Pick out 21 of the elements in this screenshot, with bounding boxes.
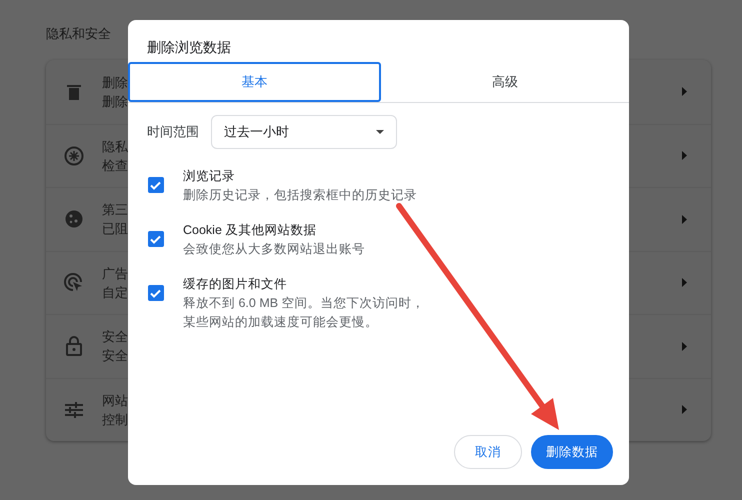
row-title: 删除 — [102, 74, 128, 92]
option-description: 会致使您从大多数网站退出账号 — [183, 241, 366, 258]
section-title: 隐私和安全 — [46, 25, 111, 43]
time-range-label: 时间范围 — [147, 123, 199, 142]
dialog-title: 删除浏览数据 — [147, 38, 231, 56]
row-title: 网站 — [102, 392, 128, 410]
row-subtitle: 自定 — [102, 284, 128, 302]
option-title: Cookie 及其他网站数据 — [183, 222, 316, 239]
row-subtitle: 控制 — [102, 410, 128, 429]
row-subtitle: 删除 — [102, 92, 128, 111]
row-title: 安全 — [102, 328, 128, 346]
option-description: 释放不到 6.0 MB 空间。当您下次访问时，某些网站的加载速度可能会更慢。 — [183, 295, 426, 331]
row-title: 第三 — [102, 201, 128, 220]
row-subtitle: 安全 — [102, 347, 128, 366]
option-title: 浏览记录 — [183, 168, 235, 185]
option-title: 缓存的图片和文件 — [183, 276, 287, 293]
row-subtitle: 检查 — [102, 156, 128, 175]
option-description: 删除历史记录，包括搜索框中的历史记录 — [183, 187, 418, 204]
row-subtitle: 已阻 — [102, 220, 128, 238]
row-title: 隐私 — [102, 138, 128, 156]
row-title: 广告 — [102, 264, 128, 283]
